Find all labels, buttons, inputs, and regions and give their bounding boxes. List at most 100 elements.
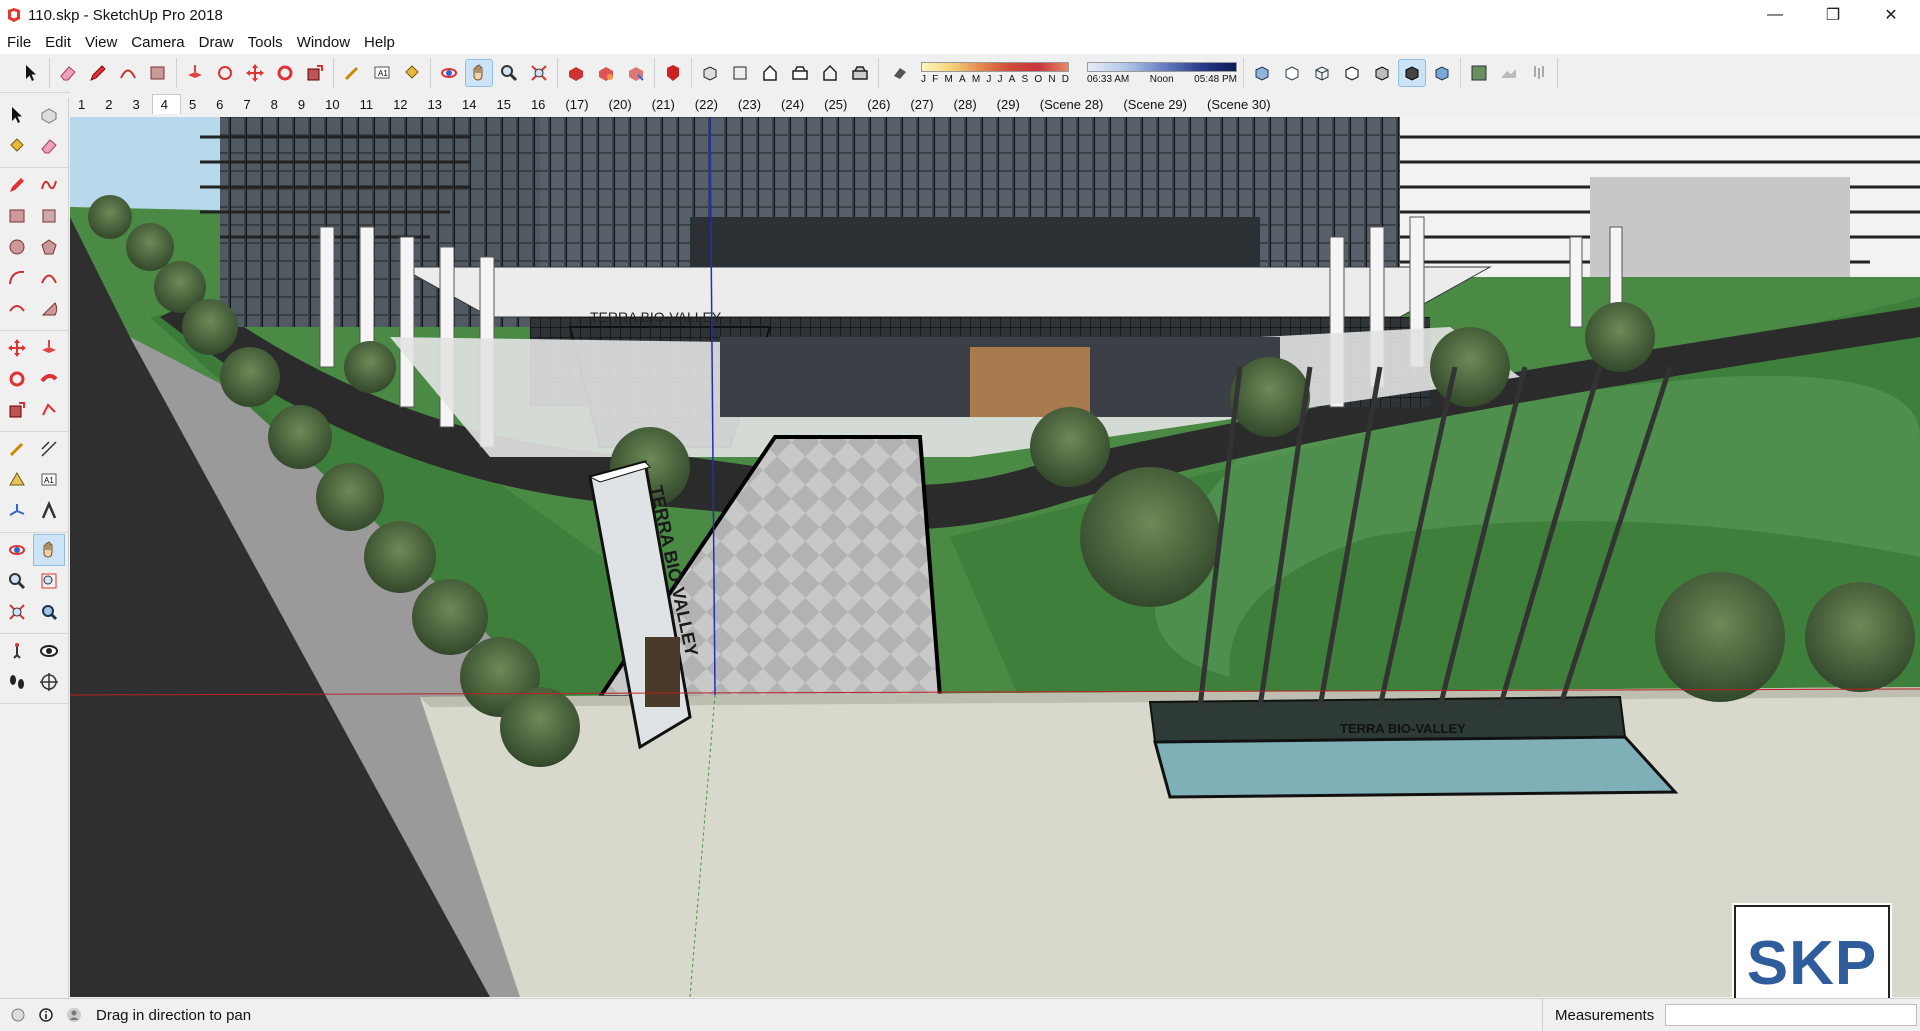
polygon-icon[interactable]	[34, 232, 64, 262]
maximize-button[interactable]: ❐	[1804, 0, 1862, 30]
rectangle-icon[interactable]	[2, 201, 32, 231]
menu-file[interactable]: File	[0, 34, 38, 51]
back-edges-style-icon[interactable]	[1279, 60, 1305, 86]
offset-icon[interactable]	[34, 395, 64, 425]
line-icon[interactable]	[2, 170, 32, 200]
menu-tools[interactable]: Tools	[241, 34, 290, 51]
share-model-icon[interactable]	[593, 60, 619, 86]
three-point-arc-icon[interactable]	[2, 294, 32, 324]
iso-view-icon[interactable]	[697, 60, 723, 86]
sandbox-icon[interactable]	[1526, 60, 1552, 86]
menu-draw[interactable]: Draw	[192, 34, 241, 51]
push-pull-icon[interactable]	[34, 333, 64, 363]
scene-tab[interactable]: (24)	[773, 97, 816, 114]
text-tool-icon[interactable]: A1	[369, 60, 395, 86]
arc-icon[interactable]	[2, 263, 32, 293]
scene-tab[interactable]: 1	[70, 97, 97, 114]
scene-tab[interactable]: (26)	[859, 97, 902, 114]
pie-icon[interactable]	[34, 294, 64, 324]
scene-tab[interactable]: (17)	[557, 97, 600, 114]
extension-warehouse-icon[interactable]	[660, 60, 686, 86]
front-view-icon[interactable]	[757, 60, 783, 86]
axes-icon[interactable]	[2, 496, 32, 526]
circle-icon[interactable]	[2, 232, 32, 262]
3d-text-icon[interactable]	[34, 496, 64, 526]
user-icon[interactable]	[64, 1005, 84, 1025]
right-view-icon[interactable]	[787, 60, 813, 86]
monochrome-style-icon[interactable]	[1429, 60, 1455, 86]
scene-tab[interactable]: 11	[352, 97, 386, 114]
zoom-extents-icon[interactable]	[2, 597, 32, 627]
protractor-icon[interactable]	[2, 465, 32, 495]
top-view-icon[interactable]	[727, 60, 753, 86]
zoom-icon[interactable]	[496, 60, 522, 86]
menu-camera[interactable]: Camera	[124, 34, 191, 51]
scene-tab[interactable]: 2	[97, 97, 124, 114]
scene-tab[interactable]: (25)	[816, 97, 859, 114]
zoom-extents-icon[interactable]	[526, 60, 552, 86]
3d-warehouse-icon[interactable]	[563, 60, 589, 86]
scene-tab[interactable]: (23)	[730, 97, 773, 114]
select-tool-icon[interactable]	[18, 60, 44, 86]
scene-tab[interactable]: (21)	[644, 97, 687, 114]
scene-tab[interactable]: (29)	[989, 97, 1032, 114]
rotated-rectangle-icon[interactable]	[34, 201, 64, 231]
menu-edit[interactable]: Edit	[38, 34, 78, 51]
back-view-icon[interactable]	[817, 60, 843, 86]
scene-tab[interactable]: (Scene 30)	[1199, 97, 1283, 114]
menu-help[interactable]: Help	[357, 34, 402, 51]
shapes-icon[interactable]	[145, 60, 171, 86]
scene-tab[interactable]: 10	[317, 97, 351, 114]
share-component-icon[interactable]	[623, 60, 649, 86]
eraser-icon[interactable]	[55, 60, 81, 86]
two-point-arc-icon[interactable]	[34, 263, 64, 293]
paint-bucket-icon[interactable]	[399, 60, 425, 86]
scene-tab[interactable]: 16	[523, 97, 557, 114]
pan-icon[interactable]	[465, 59, 493, 87]
orbit-icon[interactable]	[436, 60, 462, 86]
scene-tab[interactable]: 7	[235, 97, 262, 114]
walk-icon[interactable]	[2, 667, 32, 697]
paint-bucket-icon[interactable]	[2, 131, 32, 161]
xray-style-icon[interactable]	[1249, 60, 1275, 86]
scene-tab[interactable]: (27)	[902, 97, 945, 114]
shaded-textures-style-icon[interactable]	[1398, 59, 1426, 87]
geo-location-icon[interactable]	[8, 1005, 28, 1025]
position-camera-icon[interactable]	[2, 636, 32, 666]
push-pull-icon[interactable]	[182, 60, 208, 86]
scene-tab[interactable]: 6	[208, 97, 235, 114]
toggle-terrain-icon[interactable]	[1496, 60, 1522, 86]
close-button[interactable]: ✕	[1862, 0, 1920, 30]
scene-tab[interactable]: (Scene 28)	[1032, 97, 1116, 114]
scene-tab[interactable]: 14	[454, 97, 488, 114]
scene-tab[interactable]: 13	[420, 97, 454, 114]
left-view-icon[interactable]	[847, 60, 873, 86]
scene-tab[interactable]: (Scene 29)	[1115, 97, 1199, 114]
measurements-input[interactable]	[1665, 1004, 1917, 1026]
zoom-icon[interactable]	[2, 566, 32, 596]
shadow-toggle-icon[interactable]	[887, 60, 913, 86]
tape-measure-icon[interactable]	[339, 60, 365, 86]
scene-tab[interactable]: (28)	[946, 97, 989, 114]
eraser-icon[interactable]	[34, 131, 64, 161]
scene-tab[interactable]: (20)	[601, 97, 644, 114]
arc-icon[interactable]	[115, 60, 141, 86]
scale-icon[interactable]	[302, 60, 328, 86]
move-icon[interactable]	[2, 333, 32, 363]
select-icon[interactable]	[2, 100, 32, 130]
move-icon[interactable]	[242, 60, 268, 86]
scene-tab[interactable]: 12	[385, 97, 419, 114]
scene-tab[interactable]: 3	[124, 97, 151, 114]
pan-icon[interactable]	[33, 534, 65, 566]
tape-measure-icon[interactable]	[2, 434, 32, 464]
time-slider[interactable]	[1087, 61, 1237, 72]
add-location-icon[interactable]	[1466, 60, 1492, 86]
orbit-icon[interactable]	[2, 535, 32, 565]
scene-tab[interactable]: (22)	[687, 97, 730, 114]
menu-view[interactable]: View	[78, 34, 124, 51]
section-plane-icon[interactable]	[34, 667, 64, 697]
scene-tab[interactable]: 4	[151, 94, 181, 114]
shaded-style-icon[interactable]	[1369, 60, 1395, 86]
model-viewport[interactable]: TERRA BIO-VALLEY TERRA BIO-VALLEY TERRA …	[70, 117, 1920, 997]
wireframe-style-icon[interactable]	[1309, 60, 1335, 86]
